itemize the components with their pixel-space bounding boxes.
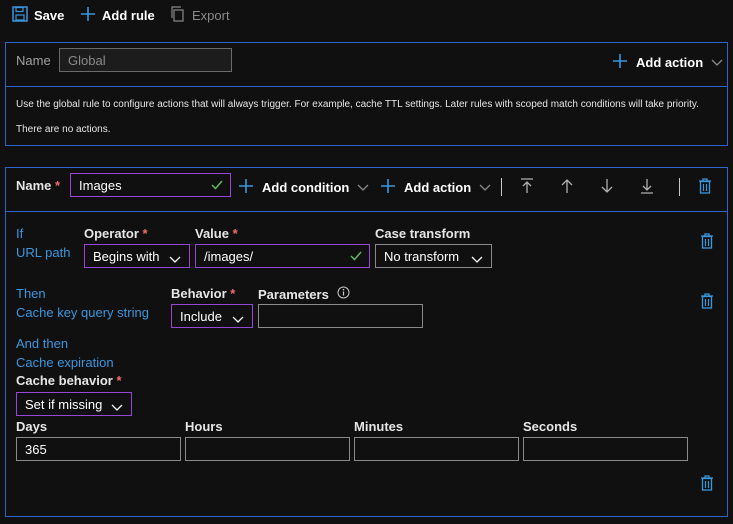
cache-behavior-label: Cache behavior * — [16, 373, 122, 388]
days-label: Days — [16, 419, 48, 434]
global-rule-divider — [5, 86, 728, 87]
export-button[interactable]: Export — [170, 4, 230, 26]
case-transform-dropdown[interactable]: No transform — [375, 244, 492, 268]
action2-prefix: And then — [16, 336, 69, 351]
rule-name-value: Images — [79, 177, 122, 193]
behavior-label: Behavior * — [171, 286, 236, 301]
move-up-icon[interactable] — [558, 177, 576, 195]
action1-title: Cache key query string — [16, 305, 149, 320]
seconds-input[interactable] — [523, 437, 688, 461]
add-rule-button[interactable]: Add rule — [80, 4, 155, 26]
chevron-down-icon — [471, 252, 483, 267]
add-condition-label: Add condition — [262, 180, 350, 195]
global-name-field: Global — [59, 48, 232, 72]
checkmark-icon — [210, 178, 224, 195]
chevron-down-icon — [357, 180, 369, 195]
rule-name-field[interactable]: Images — [70, 173, 231, 197]
plus-icon — [380, 178, 396, 197]
checkmark-icon — [349, 249, 363, 266]
delete-rule-icon[interactable] — [696, 177, 714, 195]
move-to-bottom-icon[interactable] — [638, 177, 656, 195]
copy-icon — [170, 5, 186, 25]
parameters-label: Parameters — [258, 286, 329, 302]
global-name-label: Name — [16, 53, 51, 68]
condition-title: URL path — [16, 245, 71, 260]
plus-icon — [80, 6, 96, 25]
parameters-label-row: Parameters — [258, 286, 350, 302]
move-to-top-icon[interactable] — [518, 177, 536, 195]
chevron-down-icon — [169, 252, 181, 267]
delete-action-icon[interactable] — [698, 474, 716, 492]
behavior-value: Include — [180, 308, 222, 324]
rule-panel — [5, 167, 728, 517]
export-label: Export — [192, 7, 230, 23]
value-value: /images/ — [204, 248, 254, 264]
rule-header-divider — [5, 211, 728, 212]
parameters-input[interactable] — [258, 304, 423, 328]
toolbar-separator — [501, 178, 502, 196]
save-button[interactable]: Save — [12, 4, 64, 26]
case-transform-value: No transform — [384, 248, 460, 264]
hours-label: Hours — [185, 419, 223, 434]
delete-condition-icon[interactable] — [698, 232, 716, 250]
action1-prefix: Then — [16, 286, 46, 301]
behavior-dropdown[interactable]: Include — [171, 304, 253, 328]
save-label: Save — [34, 7, 65, 23]
plus-icon — [238, 178, 254, 197]
days-input[interactable]: 365 — [16, 437, 181, 461]
toolbar-separator — [679, 178, 680, 196]
hours-input[interactable] — [185, 437, 350, 461]
global-add-action-label: Add action — [636, 55, 704, 70]
cache-behavior-dropdown[interactable]: Set if missing — [16, 392, 132, 416]
rule-name-label: Name * — [16, 178, 61, 193]
global-add-action-button[interactable]: Add action — [612, 53, 723, 72]
add-rule-label: Add rule — [102, 7, 155, 23]
value-label: Value * — [195, 226, 238, 241]
chevron-down-icon — [111, 400, 123, 415]
minutes-label: Minutes — [354, 419, 404, 434]
chevron-down-icon — [232, 312, 244, 327]
move-down-icon[interactable] — [598, 177, 616, 195]
chevron-down-icon — [479, 180, 491, 195]
add-action-label: Add action — [404, 180, 472, 195]
operator-value: Begins with — [93, 248, 160, 264]
global-no-actions: There are no actions. — [16, 124, 111, 135]
action2-title: Cache expiration — [16, 355, 114, 370]
minutes-input[interactable] — [354, 437, 519, 461]
case-transform-label: Case transform — [375, 226, 471, 241]
delete-action-icon[interactable] — [698, 292, 716, 310]
cache-behavior-value: Set if missing — [25, 396, 103, 412]
plus-icon — [612, 53, 628, 72]
chevron-down-icon — [711, 55, 723, 70]
operator-dropdown[interactable]: Begins with — [84, 244, 190, 268]
global-rule-description: Use the global rule to configure actions… — [16, 99, 699, 110]
add-condition-button[interactable]: Add condition — [238, 178, 369, 197]
operator-label: Operator * — [84, 226, 148, 241]
seconds-label: Seconds — [523, 419, 578, 434]
condition-prefix: If — [16, 226, 24, 241]
info-icon[interactable] — [337, 286, 350, 302]
add-action-button[interactable]: Add action — [380, 178, 491, 197]
value-field[interactable]: /images/ — [195, 244, 370, 268]
save-icon — [12, 5, 28, 25]
